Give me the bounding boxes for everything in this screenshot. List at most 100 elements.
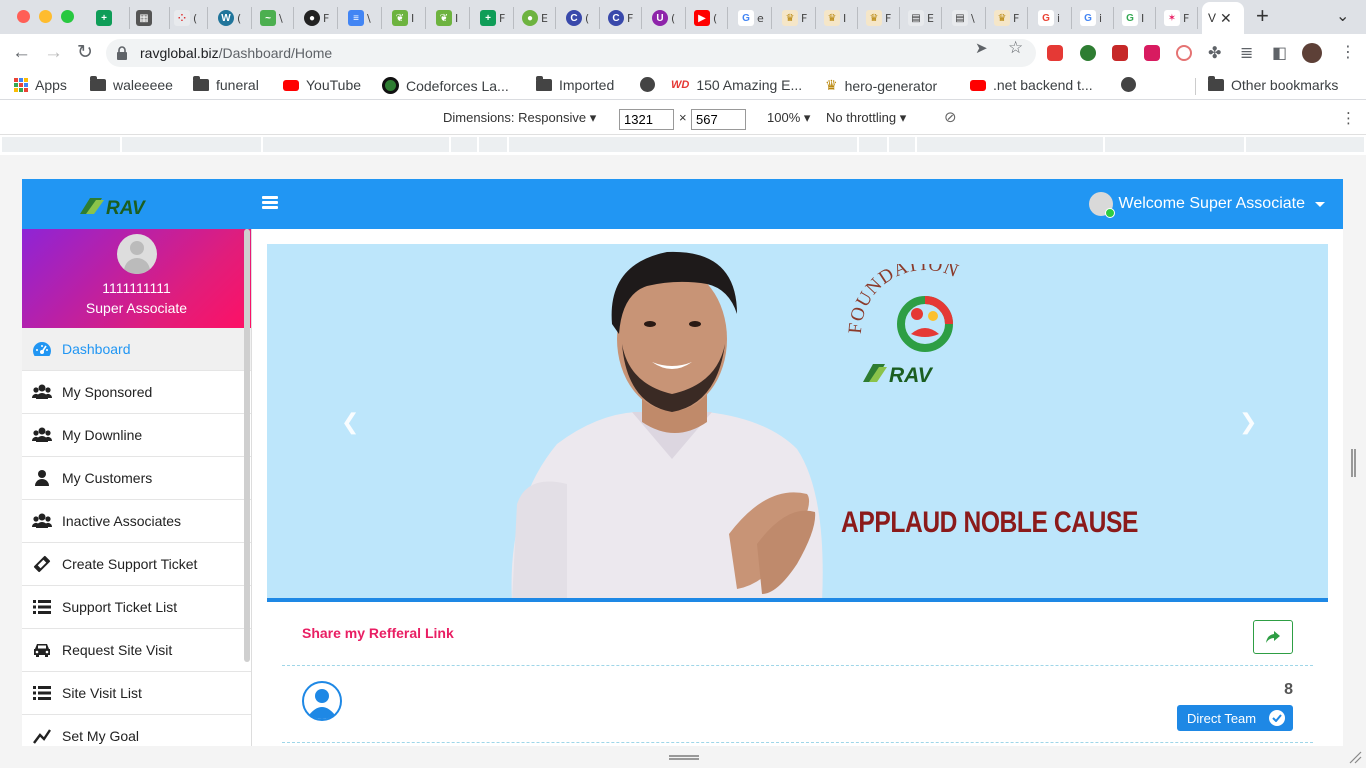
browser-tab[interactable]: ▶( — [688, 7, 728, 29]
close-tab-icon[interactable]: ✕ — [1220, 10, 1232, 27]
sidebar-item-my-customers[interactable]: My Customers — [22, 457, 251, 500]
menu-kebab-icon[interactable]: ⋮ — [1340, 42, 1356, 62]
browser-tab[interactable]: ≡ \ — [342, 7, 382, 29]
bookmark-waleeeee[interactable]: waleeeee — [90, 76, 173, 93]
address-bar[interactable]: ravglobal.biz/Dashboard/Home — [106, 39, 1036, 67]
profile-avatar-icon[interactable] — [1302, 43, 1322, 63]
sidebar-item-set-my-goal[interactable]: Set My Goal — [22, 715, 251, 746]
active-tab-title: V — [1208, 11, 1217, 25]
browser-tab[interactable]: Ge — [732, 7, 772, 29]
github-icon: ● — [304, 10, 320, 26]
youtube-ext-icon[interactable] — [1047, 45, 1063, 61]
browser-tab[interactable]: ~ \ — [254, 7, 294, 29]
maximize-window-button[interactable] — [61, 10, 74, 23]
browser-tab[interactable]: ✶ F — [1158, 7, 1198, 29]
browser-tab[interactable]: ⁘( — [168, 7, 208, 29]
bookmark-net-backend[interactable]: .net backend t... — [970, 77, 1093, 93]
right-resize-handle[interactable] — [1351, 449, 1356, 477]
globe-icon — [1121, 77, 1136, 92]
logo-text: RAV — [106, 198, 146, 218]
browser-tab[interactable]: GI — [1116, 7, 1156, 29]
carousel-prev-icon[interactable]: ❮ — [341, 409, 359, 435]
direct-team-badge[interactable]: Direct Team — [1177, 705, 1293, 731]
browser-tab[interactable]: C( — [560, 7, 600, 29]
dimensions-dropdown[interactable]: Dimensions: Responsive ▾ — [443, 110, 596, 126]
browser-tab[interactable]: W( — [212, 7, 252, 29]
bottom-resize-handle[interactable] — [669, 755, 699, 760]
bookmark-other[interactable]: Other bookmarks — [1208, 76, 1338, 93]
browser-tab[interactable]: + F — [474, 7, 514, 29]
send-icon[interactable]: ➤ — [975, 39, 988, 57]
user-menu-dropdown[interactable]: Welcome Super Associate — [1088, 192, 1325, 218]
zoom-dropdown[interactable]: 100% ▾ — [767, 110, 810, 126]
side-panel-icon[interactable]: ◧ — [1272, 43, 1287, 63]
sidebar-scrollbar[interactable] — [244, 229, 250, 662]
bookmark-globe-2[interactable] — [1121, 77, 1136, 92]
bookmark-imported[interactable]: Imported — [536, 76, 614, 93]
sidebar-item-request-site-visit[interactable]: Request Site Visit — [22, 629, 251, 672]
minimize-window-button[interactable] — [39, 10, 52, 23]
browser-tab[interactable]: U( — [646, 7, 686, 29]
new-tab-button[interactable]: + — [1256, 5, 1269, 27]
bookmark-apps[interactable]: Apps — [14, 77, 67, 93]
hamburger-menu-icon[interactable] — [262, 196, 278, 210]
rotate-icon[interactable]: ⊘ — [944, 108, 957, 126]
more-options-icon[interactable]: ⋮ — [1341, 109, 1356, 127]
browser-tab[interactable]: Gi — [1032, 7, 1072, 29]
browser-tab[interactable]: Gi — [1074, 7, 1114, 29]
caret-down-icon — [1315, 201, 1325, 207]
sidebar-item-my-sponsored[interactable]: My Sponsored — [22, 371, 251, 414]
dribbble-ext-icon[interactable] — [1176, 45, 1192, 61]
extensions-icon[interactable]: ✤ — [1208, 43, 1221, 63]
rav-logo[interactable]: RAV — [80, 194, 182, 218]
active-browser-tab[interactable]: V ✕ — [1202, 2, 1244, 34]
width-input[interactable] — [619, 109, 674, 130]
sidebar-item-inactive-associates[interactable]: Inactive Associates — [22, 500, 251, 543]
sidebar-item-label: Site Visit List — [62, 685, 142, 701]
sheets-icon: + — [480, 10, 496, 26]
reload-icon[interactable]: ↻ — [77, 42, 93, 64]
browser-tab[interactable]: ♛ F — [776, 7, 816, 29]
browser-tab[interactable]: ♛ F — [860, 7, 900, 29]
sidebar-item-label: Request Site Visit — [62, 642, 173, 658]
sidebar-item-create-support-ticket[interactable]: Create Support Ticket — [22, 543, 251, 586]
browser-tab[interactable]: + — [90, 7, 130, 29]
browser-tab[interactable]: ▦ — [130, 7, 170, 29]
lock-icon — [117, 46, 127, 60]
bookmark-150-amazing[interactable]: WD 150 Amazing E... — [671, 77, 802, 93]
profile-role: Super Associate — [85, 300, 188, 316]
browser-tab[interactable]: ▤ E — [902, 7, 942, 29]
bookmark-youtube[interactable]: YouTube — [283, 77, 361, 93]
media-icon[interactable]: ≣ — [1240, 43, 1253, 63]
browser-tab[interactable]: ❦ I — [386, 7, 426, 29]
share-link-button[interactable] — [1253, 620, 1293, 654]
height-input[interactable] — [691, 109, 746, 130]
throttling-dropdown[interactable]: No throttling ▾ — [826, 110, 906, 126]
bookmark-funeral[interactable]: funeral — [193, 76, 259, 93]
sidebar-item-support-ticket-list[interactable]: Support Ticket List — [22, 586, 251, 629]
close-window-button[interactable] — [17, 10, 30, 23]
browser-tab[interactable]: ♛ F — [988, 7, 1028, 29]
back-icon[interactable]: ← — [12, 42, 31, 64]
tab-search-icon[interactable]: ⌄ — [1336, 6, 1349, 26]
browser-tab[interactable]: ▤ \ — [946, 7, 986, 29]
eye-ext-icon[interactable] — [1080, 45, 1096, 61]
sidebar-item-dashboard[interactable]: Dashboard — [22, 328, 251, 371]
bookmark-globe[interactable] — [640, 77, 655, 92]
browser-tab[interactable]: ● F — [298, 7, 338, 29]
forward-icon[interactable]: → — [44, 42, 63, 64]
forward-ext-icon[interactable] — [1144, 45, 1160, 61]
bookmark-codeforces[interactable]: Codeforces La... — [382, 77, 509, 94]
carousel-next-icon[interactable]: ❯ — [1239, 409, 1257, 435]
browser-tab[interactable]: CF — [602, 7, 642, 29]
bookmark-star-icon[interactable]: ☆ — [1008, 38, 1023, 58]
bookmark-hero-generator[interactable]: ♛ hero-generator — [825, 77, 937, 94]
book-ext-icon[interactable] — [1112, 45, 1128, 61]
browser-tab[interactable]: ● E — [516, 7, 556, 29]
sidebar-item-my-downline[interactable]: My Downline — [22, 414, 251, 457]
browser-tab[interactable]: ❦ I — [430, 7, 470, 29]
browser-tab[interactable]: ♛ I — [818, 7, 858, 29]
corner-resize-icon[interactable] — [1348, 750, 1362, 764]
media-query-ruler[interactable] — [0, 135, 1366, 155]
sidebar-item-site-visit-list[interactable]: Site Visit List — [22, 672, 251, 715]
